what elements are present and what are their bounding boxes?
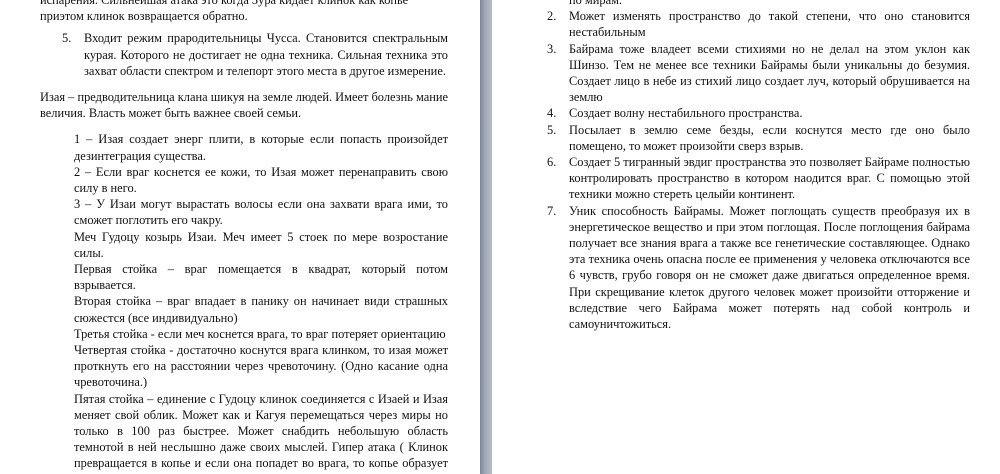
list-item-5-number: 5.	[62, 31, 72, 46]
izaya-intro-paragraph: Изая – предводительница клана шикуя на з…	[40, 90, 448, 121]
sword-paragraph-4: Третья стойка - если меч коснется врага,…	[74, 326, 446, 341]
list-item-3-number: 3.	[547, 41, 557, 56]
list-item-7-number: 7.	[547, 203, 557, 218]
list-item-4-text: Создает волну нестабильного пространства…	[569, 106, 803, 121]
list-item-2: 2. Может изменять пространство до такой …	[547, 8, 970, 40]
right-top-line: по мирам.	[569, 0, 623, 7]
sword-paragraph-1: Меч Гудоцу козырь Изаи. Меч имеет 5 стое…	[74, 229, 448, 260]
list-item-2-number: 2.	[547, 9, 557, 24]
list-item-4: 4. Создает волну нестабильного пространс…	[547, 105, 970, 121]
list-item-5-right: 5. Посылает в землю семе безды, если кос…	[547, 122, 970, 154]
left-top-line-2: приэтом клинок возвращается обратно.	[40, 9, 248, 24]
sword-paragraph-3: Вторая стойка – враг впадает в панику он…	[74, 294, 448, 325]
left-top-line: испарения. Сильнейшая атака это когда Зу…	[40, 0, 409, 7]
left-document-page: испарения. Сильнейшая атака это когда Зу…	[0, 0, 480, 474]
izaya-point-2: 2 – Если враг коснется ее кожи, то Изая …	[74, 164, 448, 196]
list-item-3: 3. Байрама тоже владеет всеми стихиями н…	[547, 41, 970, 106]
sword-paragraph-6: Пятая стойка – единение с Гудоцу клинок …	[74, 391, 448, 474]
izaya-point-1: 1 – Изая создает энерг плити, в которые …	[74, 132, 448, 163]
list-item-4-number: 4.	[547, 106, 557, 121]
list-item-6-number: 6.	[547, 155, 557, 170]
page-gutter	[480, 0, 492, 474]
sword-paragraph-5: Четвертая стойка - достаточно коснутся в…	[74, 343, 448, 390]
list-item-7: 7. Уник способность Байрамы. Может погло…	[547, 203, 970, 333]
list-item-5-right-number: 5.	[547, 122, 557, 137]
list-item-5: 5. Входит режим прародительницы Чусса. С…	[40, 30, 448, 79]
list-item-2-text: Может изменять пространство до такой сте…	[569, 9, 970, 40]
right-document-page: по мирам. 2. Может изменять пространство…	[492, 0, 1000, 474]
sword-paragraph-2: Первая стойка – враг помещается в квадра…	[74, 262, 448, 293]
list-item-5-text: Входит режим прародительницы Чусса. Стан…	[84, 31, 448, 78]
izaya-point-3: 3 – У Изаи могут вырастать волосы если о…	[74, 197, 448, 228]
list-item-5-right-text: Посылает в землю семе безды, если коснут…	[569, 122, 970, 153]
list-item-7-text: Уник способность Байрамы. Может поглощат…	[569, 203, 970, 332]
list-item-3-text: Байрама тоже владеет всеми стихиями но н…	[569, 41, 970, 105]
list-item-6: 6. Создает 5 тигранный эвдиг пространств…	[547, 154, 970, 203]
list-item-6-text: Создает 5 тигранный эвдиг пространства э…	[569, 155, 970, 202]
